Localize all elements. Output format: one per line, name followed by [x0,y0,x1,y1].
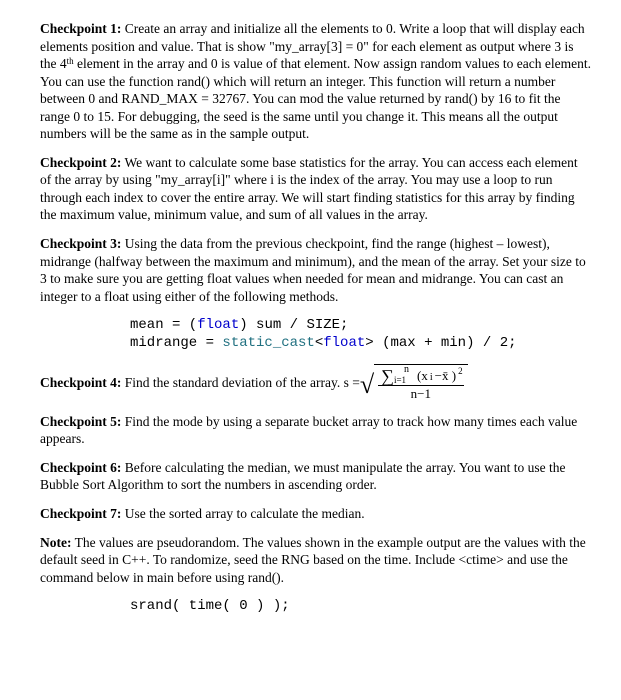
code-l2a: midrange = [130,335,222,351]
sigma-sub: i=1 [394,375,406,386]
cp7-label: Checkpoint 7: [40,506,121,521]
code-l2c: < [315,335,323,351]
sqrt-symbol: √ [360,372,374,398]
cp2-label: Checkpoint 2: [40,155,121,170]
fraction-denominator: n−1 [408,386,434,402]
cp7-text: Use the sorted array to calculate the me… [121,506,364,521]
f-isub: i [430,372,433,384]
fraction-numerator: ∑i=1n (xi−x̄ ) 2 [378,367,463,387]
checkpoint-7: Checkpoint 7: Use the sorted array to ca… [40,505,591,523]
code-l2b: static_cast [222,335,314,351]
cp4-label: Checkpoint 4: [40,375,121,390]
fraction: ∑i=1n (xi−x̄ ) 2 n−1 [378,367,463,402]
sigma-sup: n [404,364,409,376]
cp5-label: Checkpoint 5: [40,414,121,429]
checkpoint-2: Checkpoint 2: We want to calculate some … [40,154,591,224]
f-minus: −x̄ ) [435,368,456,384]
f-sq: 2 [458,366,463,376]
cp3-text: Using the data from the previous checkpo… [40,236,586,304]
code-l1c: ) sum / SIZE; [239,317,348,333]
cp1-text2: element in the array and 0 is value of t… [40,56,591,141]
srand-code: srand( time( 0 ) ); [130,597,591,615]
cp6-label: Checkpoint 6: [40,460,121,475]
note-text: The values are pseudorandom. The values … [40,535,586,585]
checkpoint-6: Checkpoint 6: Before calculating the med… [40,459,591,494]
cp5-text: Find the mode by using a separate bucket… [40,414,577,447]
cp2-text: We want to calculate some base statistic… [40,155,578,223]
checkpoint-4: Checkpoint 4: Find the standard deviatio… [40,364,591,402]
checkpoint-3: Checkpoint 3: Using the data from the pr… [40,235,591,305]
formula-sqrt: √ ∑i=1n (xi−x̄ ) 2 n−1 [360,364,468,402]
note-label: Note: [40,535,71,550]
code-l2e: > (max + min) / 2; [365,335,516,351]
cp3-label: Checkpoint 3: [40,236,121,251]
sqrt-body: ∑i=1n (xi−x̄ ) 2 n−1 [374,364,467,402]
sigma-icon: ∑ [381,367,394,385]
cp1-label: Checkpoint 1: [40,21,121,36]
code-l1a: mean = ( [130,317,197,333]
cp4-text: Find the standard deviation of the array… [121,375,359,390]
cp1-sup: th [67,56,74,66]
note: Note: The values are pseudorandom. The v… [40,534,591,587]
code-l2d: float [323,335,365,351]
checkpoint-5: Checkpoint 5: Find the mode by using a s… [40,413,591,448]
checkpoint-1: Checkpoint 1: Create an array and initia… [40,20,591,143]
f-xi: (x [417,368,428,384]
code-block: mean = (float) sum / SIZE; midrange = st… [130,316,591,352]
code-l1b: float [197,317,239,333]
